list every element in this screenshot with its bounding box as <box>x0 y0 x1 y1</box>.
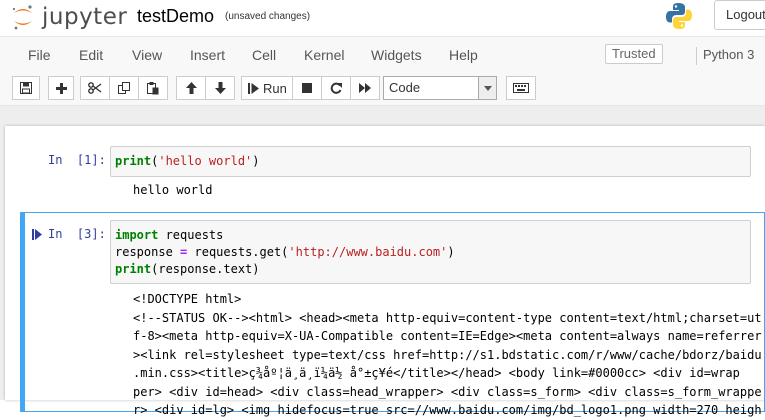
move-up-button[interactable] <box>176 76 206 100</box>
menu-help[interactable]: Help <box>449 47 478 63</box>
code-line: print('hello world') <box>115 153 260 170</box>
string-literal: 'http://www.baidu.com' <box>288 245 448 259</box>
output-text: hello world <box>133 183 213 197</box>
jupyter-logo[interactable]: jupyter <box>10 2 127 32</box>
output-line: per> <div id=head> <div class=head_wrapp… <box>133 384 762 399</box>
arrow-up-icon <box>185 82 197 94</box>
kernel-name: Python 3 <box>696 47 754 65</box>
run-icon <box>248 82 259 94</box>
code-text: requests <box>158 228 224 242</box>
jupyter-logo-icon <box>12 5 32 30</box>
string-literal: 'hello world' <box>158 154 253 168</box>
paste-button[interactable] <box>138 76 168 100</box>
copy-icon <box>118 82 130 94</box>
code-text: (response.text) <box>151 262 260 276</box>
run-label: Run <box>263 80 287 96</box>
output-line: f-8><meta http-equiv=X-UA-Compatible con… <box>133 329 762 343</box>
builtin-print: print <box>115 154 152 168</box>
output-line: <!--STATUS OK--><html> <head><meta http-… <box>133 310 762 325</box>
brand-wordmark: jupyter <box>42 4 128 30</box>
cell-type-value: Code <box>389 80 421 95</box>
header: jupyter testDemo (unsaved changes) Logou… <box>0 0 765 36</box>
plus-icon <box>55 82 67 94</box>
code-text: print('hello world') <box>115 154 260 168</box>
code-text: ) <box>447 245 455 259</box>
input-prompt: In [1]: <box>48 153 106 167</box>
code-input[interactable]: print('hello world') <box>110 146 751 177</box>
autosave-status: (unsaved changes) <box>225 11 311 22</box>
notebook-page: In [1]: print('hello world') hello world… <box>5 126 765 417</box>
restart-button[interactable] <box>321 76 351 100</box>
logout-button[interactable]: Logout <box>714 0 765 30</box>
output-line: .min.css><title>ç¾åº¦ä¸ä¸ï¼ä½ å°±ç¥é</ti… <box>133 366 740 380</box>
code-text: ) <box>252 154 260 168</box>
output-line: <!DOCTYPE html> <box>133 292 242 306</box>
python-logo-icon <box>666 3 692 29</box>
output-line: r> <div id=lg> <img hidefocus=true src=/… <box>133 403 762 417</box>
notebook-area: In [1]: print('hello world') hello world… <box>0 106 765 417</box>
interrupt-button[interactable] <box>292 76 322 100</box>
insert-cell-button[interactable] <box>48 76 74 100</box>
menu-widgets[interactable]: Widgets <box>371 47 422 63</box>
paste-icon <box>147 81 159 94</box>
save-button[interactable] <box>12 76 40 100</box>
code-line: import requests <box>115 227 223 244</box>
menu-kernel[interactable]: Kernel <box>304 47 344 63</box>
menu-edit[interactable]: Edit <box>79 47 103 63</box>
cell-type-select[interactable]: Code <box>383 76 497 100</box>
menu-cell[interactable]: Cell <box>252 47 276 63</box>
menubar: File Edit View Insert Cell Kernel Widget… <box>0 36 765 71</box>
run-button[interactable]: Run <box>241 76 293 100</box>
cell-run-indicator-icon <box>32 229 42 240</box>
cut-button[interactable] <box>80 76 110 100</box>
menu-insert[interactable]: Insert <box>190 47 225 63</box>
stop-icon <box>302 83 312 93</box>
menu-file[interactable]: File <box>28 47 51 63</box>
code-text: response <box>115 245 181 259</box>
trusted-indicator[interactable]: Trusted <box>605 44 663 64</box>
code-line: print(response.text) <box>115 261 260 278</box>
save-icon <box>20 82 32 94</box>
code-input[interactable]: import requests response = requests.get(… <box>110 220 751 284</box>
menu-view[interactable]: View <box>132 47 162 63</box>
toolbar: Run Code <box>0 71 765 106</box>
copy-button[interactable] <box>109 76 139 100</box>
output-line: ><link rel=stylesheet type=text/css href… <box>133 347 762 362</box>
notebook-title[interactable]: testDemo <box>137 6 214 27</box>
restart-run-all-button[interactable] <box>350 76 380 100</box>
move-down-button[interactable] <box>205 76 235 100</box>
chevron-down-icon <box>478 77 496 99</box>
code-text: requests.get( <box>187 245 289 259</box>
keyword-import: import <box>115 228 159 242</box>
cut-icon <box>88 82 102 94</box>
restart-icon <box>330 82 342 94</box>
builtin-print: print <box>115 262 152 276</box>
input-prompt: In [3]: <box>48 227 106 241</box>
arrow-down-icon <box>214 82 226 94</box>
keyboard-icon <box>513 83 529 93</box>
command-palette-button[interactable] <box>506 76 536 100</box>
code-line: response = requests.get('http://www.baid… <box>115 244 455 261</box>
fast-forward-icon <box>358 83 371 93</box>
